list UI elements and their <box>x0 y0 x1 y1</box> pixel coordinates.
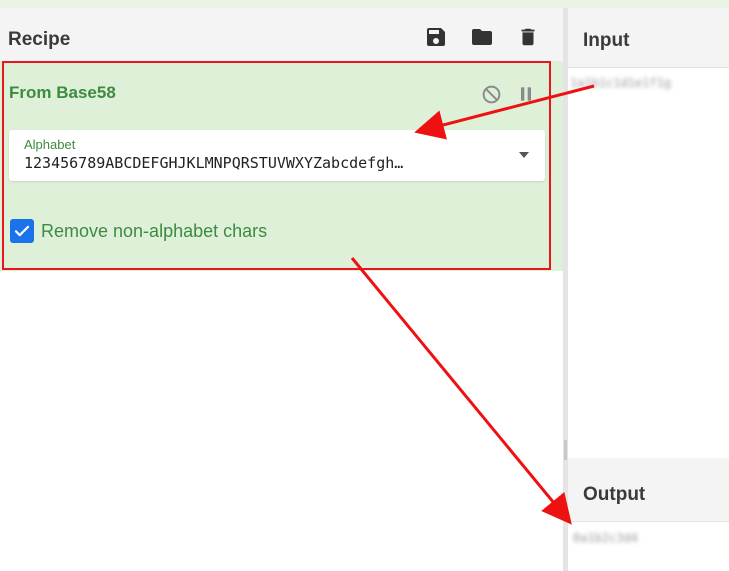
remove-non-alphabet-checkbox[interactable] <box>10 219 34 243</box>
output-header: Output <box>568 458 729 522</box>
pause-icon <box>521 87 531 101</box>
cyberchef-page: Recipe From Base58 Alphabet 123456789ABC… <box>0 0 729 571</box>
divider-grip[interactable] <box>564 440 567 460</box>
input-title: Input <box>583 30 630 51</box>
operation-title: From Base58 <box>9 83 116 102</box>
disable-icon <box>482 85 500 103</box>
checkmark-icon <box>14 225 30 237</box>
save-recipe-button[interactable] <box>423 24 449 50</box>
top-strip <box>0 0 729 8</box>
output-title: Output <box>583 484 646 505</box>
input-textarea[interactable]: 1a1b1c1d1e1f1g <box>570 76 671 90</box>
trash-icon <box>521 28 535 46</box>
recipe-header: Recipe <box>0 8 563 69</box>
input-pane: Input 1a1b1c1d1e1f1g <box>568 8 729 458</box>
checkbox-label[interactable]: Remove non-alphabet chars <box>41 221 267 242</box>
alphabet-field[interactable]: Alphabet 123456789ABCDEFGHJKLMNPQRSTUVWX… <box>9 130 545 181</box>
folder-icon <box>472 29 492 45</box>
disable-operation-button[interactable] <box>480 83 502 105</box>
output-pane: Output 0a1b2c3d4 <box>568 458 729 571</box>
recipe-title: Recipe <box>8 29 71 50</box>
load-recipe-button[interactable] <box>469 24 495 50</box>
save-icon <box>427 28 445 46</box>
input-header: Input <box>568 8 729 68</box>
pause-operation-button[interactable] <box>515 83 537 105</box>
alphabet-value[interactable]: 123456789ABCDEFGHJKLMNPQRSTUVWXYZabcdefg… <box>24 154 494 172</box>
chevron-down-icon[interactable] <box>517 150 531 160</box>
output-text: 0a1b2c3d4 <box>573 531 639 545</box>
alphabet-label: Alphabet <box>24 137 76 152</box>
clear-recipe-button[interactable] <box>515 24 541 50</box>
